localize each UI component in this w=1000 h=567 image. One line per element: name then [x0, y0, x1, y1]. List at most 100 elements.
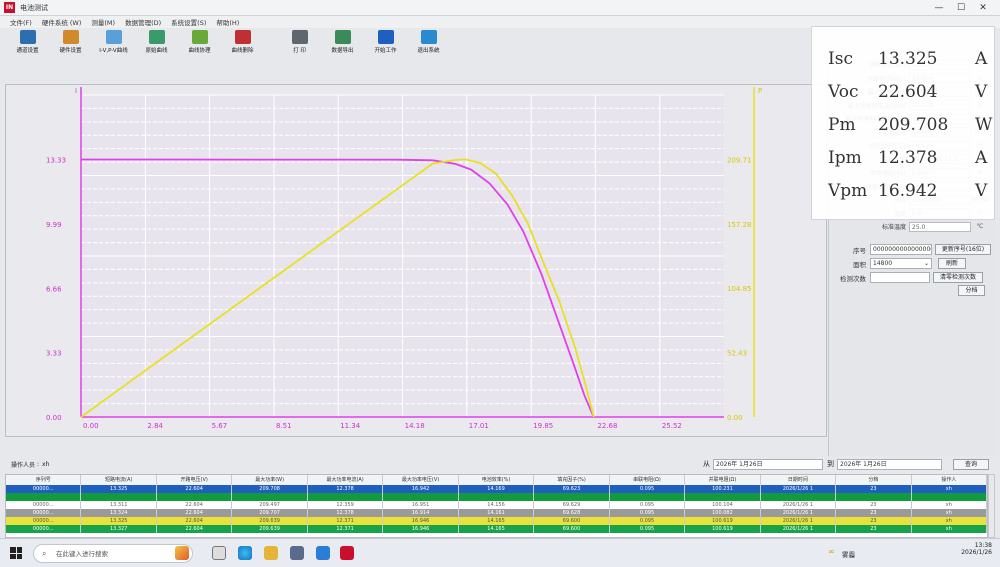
toolbar-button-6[interactable]: 打 印 — [278, 28, 321, 58]
toolbar-button-9[interactable]: 退出系统 — [407, 28, 450, 58]
table-cell: 100.619 — [685, 517, 761, 525]
column-header[interactable]: 操作人 — [912, 475, 987, 485]
table-cell: 209.708 — [232, 485, 308, 493]
table-cell: 12.378 — [308, 509, 384, 517]
big-reading-label: Vpm — [828, 181, 868, 201]
mail-icon[interactable] — [316, 546, 330, 560]
store-icon[interactable] — [290, 546, 304, 560]
table-cell — [685, 493, 761, 501]
close-button[interactable]: ✕ — [972, 0, 994, 16]
menu-help[interactable]: 帮助(H) — [216, 17, 239, 27]
table-cell: 2026/1/26 1 — [761, 501, 837, 509]
task-view-icon[interactable] — [212, 546, 226, 560]
clear-count-button[interactable]: 清零检测次数 — [933, 272, 983, 283]
column-header[interactable]: 最大功率电压(V) — [383, 475, 459, 485]
column-header[interactable]: 序列号 — [6, 475, 82, 485]
maximize-button[interactable]: ☐ — [950, 0, 972, 16]
table-cell: 0.095 — [610, 525, 686, 533]
column-header[interactable]: 电池效率(%) — [459, 475, 535, 485]
area-select[interactable]: 14800 ⌄ — [870, 258, 932, 269]
to-date-value: 2026年 1月26日 — [840, 460, 887, 468]
operator-label: 操作人员 — [11, 461, 36, 469]
column-header[interactable]: 分档 — [836, 475, 912, 485]
column-header[interactable]: 日期时间 — [761, 475, 837, 485]
table-cell: 0.095 — [610, 485, 686, 493]
table-row[interactable]: 00000... 13.324 22.604 209.707 12.378 16.914 1… — [6, 509, 987, 517]
param-label: 标准温度 — [881, 224, 906, 231]
toolbar-button-7[interactable]: 数据导出 — [321, 28, 364, 58]
query-button[interactable]: 查询 — [953, 458, 989, 470]
taskbar-search-input[interactable]: 在此键入进行搜索 — [33, 544, 193, 563]
operator-value: xh — [42, 460, 50, 468]
table-cell: xh — [912, 525, 987, 533]
edge-browser-icon[interactable] — [238, 546, 252, 560]
big-reading-value: 22.604 — [878, 82, 938, 102]
serial-input[interactable]: 0000000000000000 — [870, 244, 932, 255]
to-date-picker[interactable]: 2026年 1月26日 — [837, 458, 942, 470]
table-cell: 22.604 — [157, 525, 233, 533]
menu-file[interactable]: 文件(F) — [10, 17, 32, 27]
toolbar-button-5[interactable]: 曲线删除 — [221, 28, 264, 58]
weather-text: 雾霾 — [842, 551, 855, 559]
table-cell: 12.359 — [308, 501, 384, 509]
big-reading-unit: A — [975, 49, 988, 69]
count-input[interactable] — [870, 272, 930, 283]
column-header[interactable]: 并联电阻(Ω) — [685, 475, 761, 485]
column-header[interactable]: 最大功率(W) — [232, 475, 308, 485]
app-window: IN 电池测试 — ☐ ✕ 文件(F) 硬件系统 (W) 测量(M) 数据管理(… — [0, 0, 1000, 567]
table-cell: 00000... — [6, 525, 82, 533]
battery-test-app-icon[interactable] — [340, 546, 354, 560]
column-header[interactable]: 串联电阻(Ω) — [610, 475, 686, 485]
right-tick-label: 0.00 — [727, 414, 743, 422]
table-cell: 16.946 — [383, 525, 459, 533]
toolbar-button-3[interactable]: 原始曲线 — [135, 28, 178, 58]
column-header[interactable]: 开路电压(V) — [157, 475, 233, 485]
chevron-down-icon: ⌄ — [923, 260, 929, 267]
export-icon — [334, 30, 351, 44]
right-tick-label: 157.28 — [727, 221, 752, 229]
table-row[interactable]: 00000... 13.327 22.604 209.639 12.371 16.946 1… — [6, 525, 987, 533]
big-reading-value: 13.325 — [878, 49, 938, 69]
toolbar-button-label: 退出系统 — [417, 48, 440, 54]
column-header[interactable]: 短路电流(A) — [81, 475, 157, 485]
toolbar-button-8[interactable]: 开始工作 — [364, 28, 407, 58]
menu-settings[interactable]: 系统设置(S) — [171, 17, 206, 27]
x-tick-label: 19.85 — [533, 422, 553, 430]
toolbar-button-4[interactable]: 曲线协理 — [178, 28, 221, 58]
table-row[interactable]: 00000... 13.325 22.604 209.639 12.371 16.946 1… — [6, 517, 987, 525]
menu-data[interactable]: 数据管理(D) — [125, 17, 161, 27]
right-tick-label: 209.71 — [727, 156, 752, 164]
column-header[interactable]: 填充因子(%) — [534, 475, 610, 485]
toolbar-button-2[interactable]: I-V,P-V曲线 — [92, 28, 135, 58]
weather-widget-icon[interactable] — [175, 546, 189, 560]
system-clock[interactable]: 13:38 2026/1/26 — [961, 542, 992, 556]
table-cell: 2026/1/26 1 — [761, 517, 837, 525]
windows-start-icon[interactable] — [10, 547, 22, 559]
table-row[interactable] — [6, 493, 987, 501]
refresh-button[interactable]: 刷新 — [938, 258, 966, 269]
menu-measure[interactable]: 测量(M) — [91, 17, 115, 27]
serial-row: 序号 0000000000000000 更新序号(16位) — [838, 244, 991, 255]
toolbar-button-0[interactable]: 通道设置 — [6, 28, 49, 58]
table-row[interactable]: 00000... 13.325 22.604 209.708 12.378 16.942 1… — [6, 485, 987, 493]
toolbar-button-1[interactable]: 硬件设置 — [49, 28, 92, 58]
table-cell: xh — [912, 517, 987, 525]
param-value[interactable]: 25.0 — [909, 221, 971, 232]
big-reading-row: Ipm 12.378 A — [818, 148, 994, 172]
menu-hardware[interactable]: 硬件系统 (W) — [42, 17, 82, 27]
grade-button[interactable]: 分档 — [958, 285, 985, 296]
minimize-button[interactable]: — — [928, 0, 950, 16]
file-explorer-icon[interactable] — [264, 546, 278, 560]
from-date-picker[interactable]: 2026年 1月26日 — [713, 458, 823, 470]
table-row[interactable]: 00000... 13.311 22.604 209.497 12.359 16.951 1… — [6, 501, 987, 509]
x-tick-label: 22.68 — [597, 422, 617, 430]
column-header[interactable]: 最大功率电流(A) — [308, 475, 384, 485]
param-row: 标准温度 25.0 ℃ — [829, 220, 997, 233]
table-scrollbar[interactable] — [988, 474, 995, 538]
table-cell: 0.095 — [610, 517, 686, 525]
update-serial-button[interactable]: 更新序号(16位) — [935, 244, 991, 255]
table-cell: 69.623 — [534, 485, 610, 493]
table-cell: 13.327 — [81, 525, 157, 533]
right-axis-label: P — [758, 87, 762, 95]
table-cell: 12.378 — [308, 485, 384, 493]
